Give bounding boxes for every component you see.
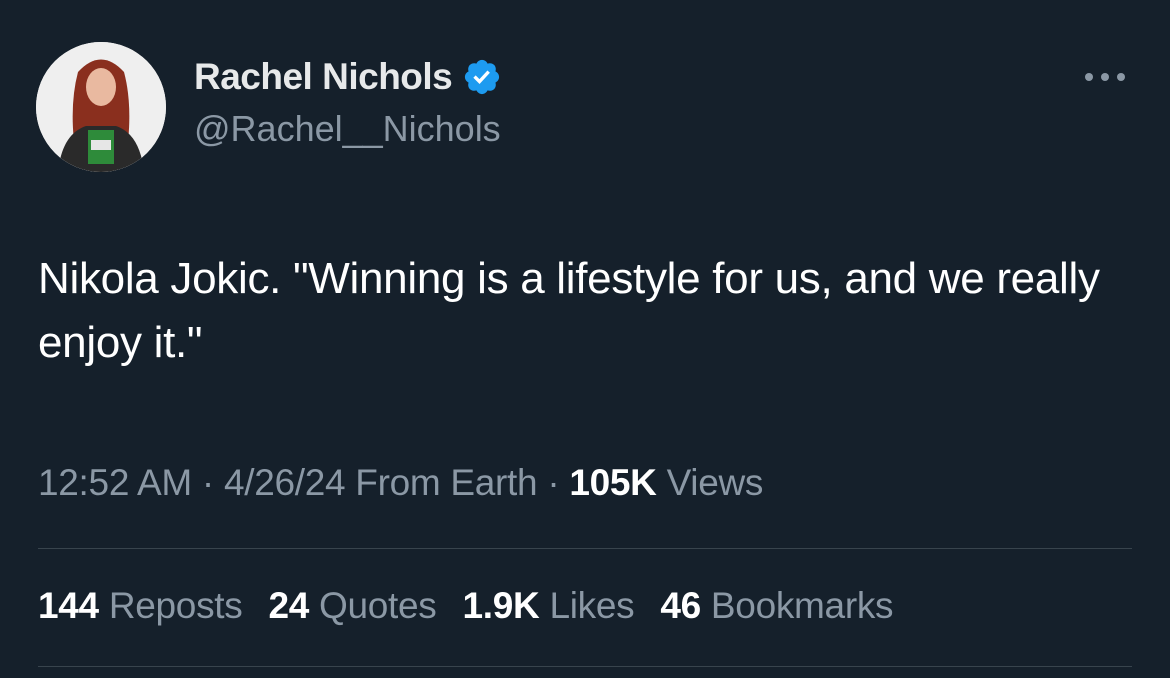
- reposts-label: Reposts: [108, 585, 243, 626]
- tweet-detail: Rachel Nichols @Rachel__Nichols Nikola J…: [0, 0, 1170, 678]
- divider: [38, 666, 1132, 667]
- author-name-row[interactable]: Rachel Nichols: [194, 52, 502, 102]
- likes-label: Likes: [549, 585, 635, 626]
- author-name[interactable]: Rachel Nichols: [194, 56, 453, 98]
- views-count[interactable]: 105K: [569, 462, 657, 503]
- tweet-source: From Earth: [355, 462, 538, 503]
- tweet-date[interactable]: 4/26/24: [224, 462, 346, 503]
- likes-stat[interactable]: 1.9K Likes: [463, 585, 635, 627]
- more-dots-icon[interactable]: [1080, 60, 1130, 94]
- author-handle[interactable]: @Rachel__Nichols: [194, 108, 501, 150]
- quotes-label: Quotes: [319, 585, 437, 626]
- tweet-time[interactable]: 12:52 AM: [38, 462, 192, 503]
- meta-separator: ·: [547, 462, 560, 503]
- avatar[interactable]: [36, 42, 166, 172]
- bookmarks-label: Bookmarks: [710, 585, 894, 626]
- engagement-stats: 144 Reposts 24 Quotes 1.9K Likes 46 Book…: [38, 585, 919, 627]
- quotes-stat[interactable]: 24 Quotes: [268, 585, 436, 627]
- likes-count: 1.9K: [462, 585, 540, 626]
- bookmarks-stat[interactable]: 46 Bookmarks: [660, 585, 893, 627]
- reposts-stat[interactable]: 144 Reposts: [38, 585, 243, 627]
- avatar-image: [36, 42, 166, 172]
- tweet-text: Nikola Jokic. "Winning is a lifestyle fo…: [38, 254, 1100, 367]
- quotes-count: 24: [268, 585, 310, 626]
- views-label[interactable]: Views: [667, 462, 764, 503]
- divider: [38, 548, 1132, 549]
- verified-badge-icon: [462, 57, 502, 97]
- bookmarks-count: 46: [660, 585, 701, 626]
- reposts-count: 144: [38, 585, 99, 626]
- tweet-meta: 12:52 AM · 4/26/24 From Earth · 105K Vie…: [38, 462, 763, 504]
- meta-separator: ·: [201, 462, 214, 503]
